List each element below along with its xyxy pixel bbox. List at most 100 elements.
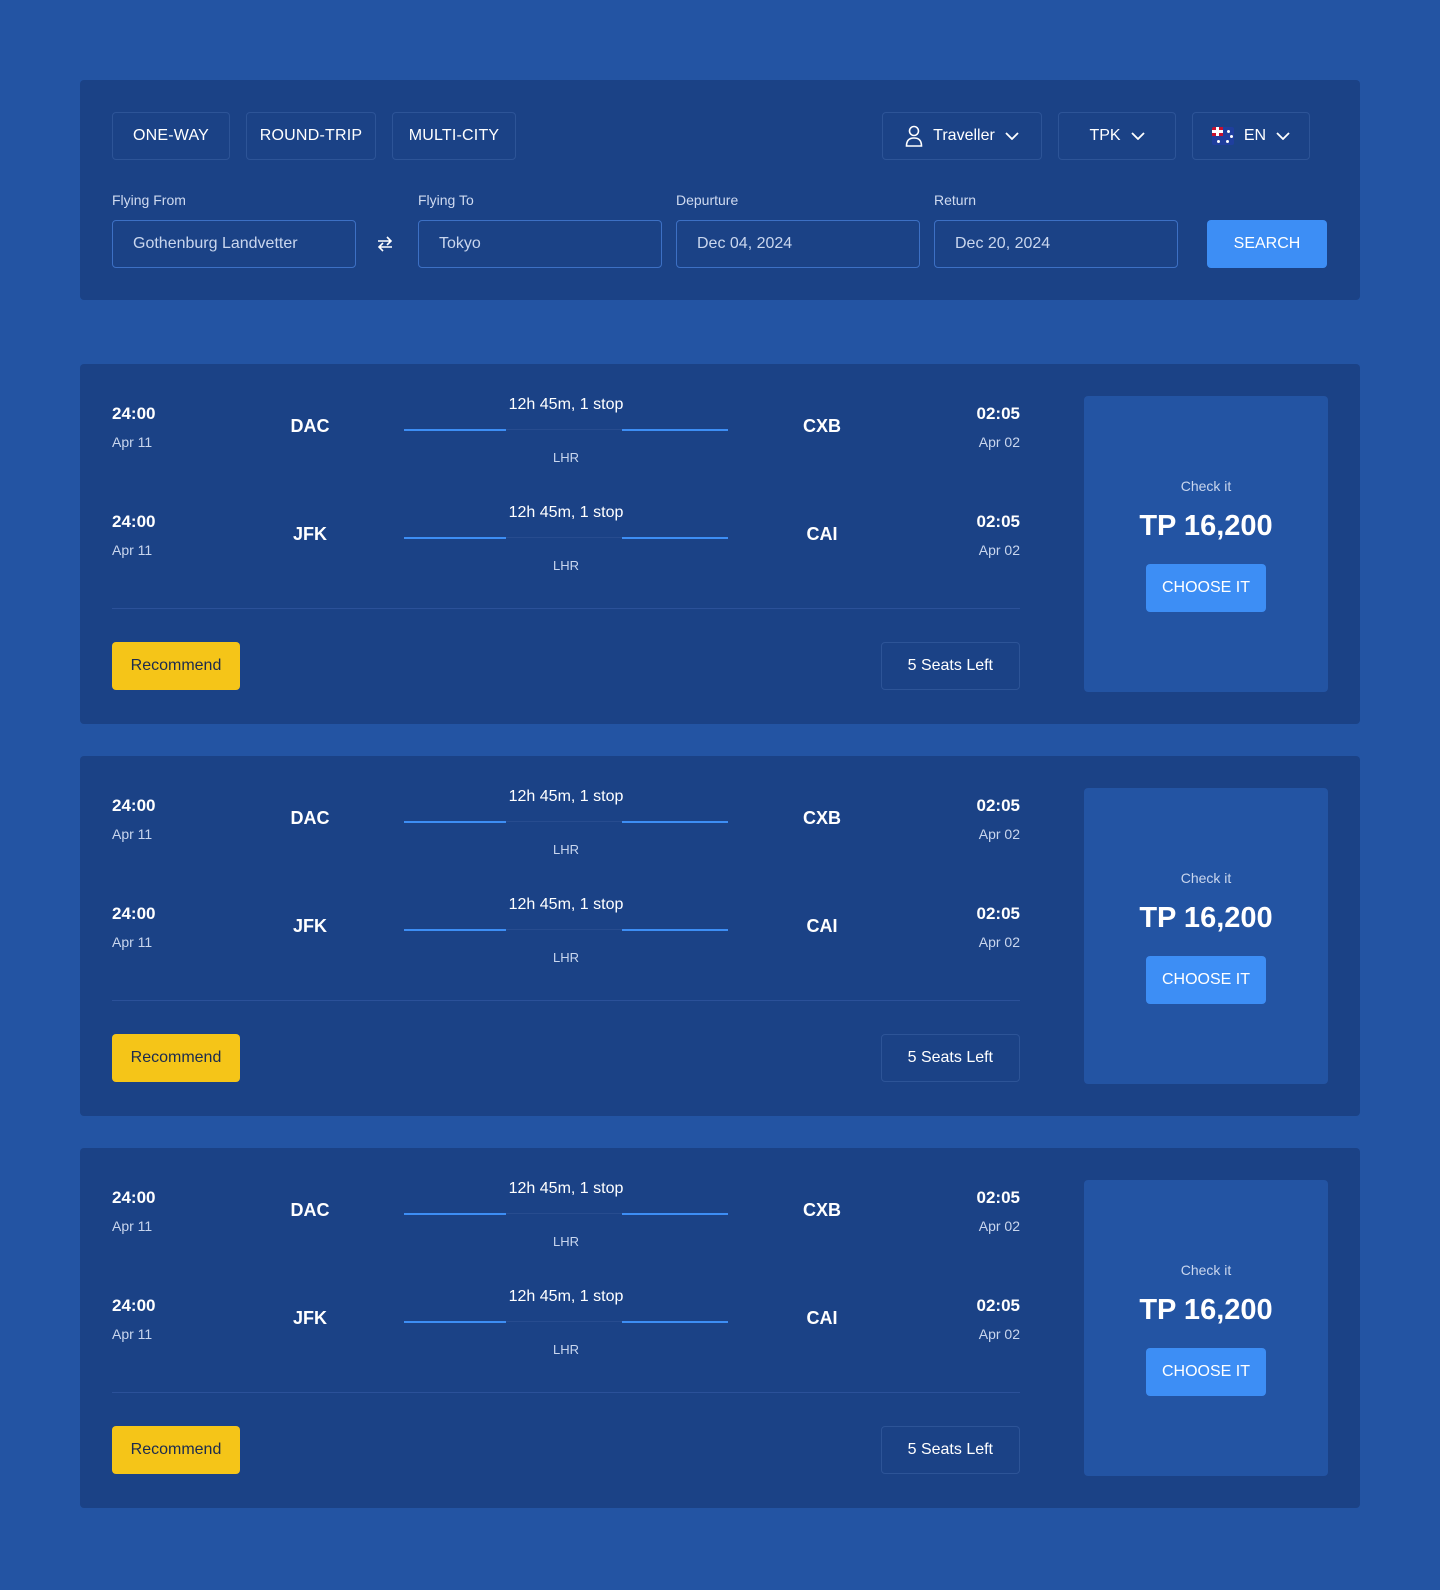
flight-result-card: 24:00 Apr 11 DAC 12h 45m, 1 stop LHR CXB… [80, 756, 1360, 1116]
departure-time: 24:00 [112, 404, 156, 423]
route-line [622, 821, 728, 823]
route-line [404, 537, 506, 539]
route-line-stop [506, 1321, 622, 1322]
flying-from-input[interactable]: Gothenburg Landvetter [112, 220, 356, 268]
search-button[interactable]: SEARCH [1207, 220, 1327, 268]
arrival-date: Apr 02 [978, 542, 1020, 558]
traveller-label: Traveller [933, 127, 995, 144]
price-panel: Check it TP 16,200 CHOOSE IT [1084, 1180, 1328, 1476]
card-divider [112, 1000, 1020, 1001]
arrival-date: Apr 02 [978, 934, 1020, 950]
seats-left-badge: 5 Seats Left [880, 642, 1020, 690]
check-it-label: Check it [1180, 478, 1232, 494]
departure-airport-code: JFK [292, 1308, 327, 1328]
chevron-down-icon [1276, 132, 1290, 140]
trip-type-round-trip-button[interactable]: ROUND-TRIP [246, 112, 376, 160]
flight-result-card: 24:00 Apr 11 DAC 12h 45m, 1 stop LHR CXB… [80, 1148, 1360, 1508]
route-line-stop [506, 1213, 622, 1214]
flight-duration: 12h 45m, 1 stop [508, 1180, 624, 1197]
departure-time: 24:00 [112, 1188, 156, 1207]
search-panel: ONE-WAY ROUND-TRIP MULTI-CITY Traveller … [80, 80, 1360, 300]
flight-leg: 24:00 Apr 11 JFK 12h 45m, 1 stop LHR CAI… [112, 896, 1020, 976]
departure-label: Depurture [676, 192, 739, 208]
flying-to-label: Flying To [418, 192, 474, 208]
arrival-date: Apr 02 [978, 826, 1020, 842]
arrival-time: 02:05 [976, 1296, 1020, 1315]
arrival-time: 02:05 [976, 1188, 1020, 1207]
route-line [404, 821, 506, 823]
flight-leg: 24:00 Apr 11 DAC 12h 45m, 1 stop LHR CXB… [112, 1180, 1020, 1260]
route-line-stop [506, 537, 622, 538]
recommend-badge[interactable]: Recommend [112, 1426, 240, 1474]
arrival-time: 02:05 [976, 512, 1020, 531]
departure-time: 24:00 [112, 1296, 156, 1315]
price: TP 16,200 [1139, 902, 1273, 934]
arrival-airport-code: CAI [806, 1308, 838, 1328]
departure-time: 24:00 [112, 796, 156, 815]
check-it-label: Check it [1180, 1262, 1232, 1278]
recommend-badge[interactable]: Recommend [112, 1034, 240, 1082]
recommend-badge[interactable]: Recommend [112, 642, 240, 690]
departure-airport-code: DAC [290, 1200, 330, 1220]
flying-to-input[interactable]: Tokyo [418, 220, 662, 268]
card-divider [112, 1392, 1020, 1393]
flight-result-card: 24:00 Apr 11 DAC 12h 45m, 1 stop LHR CXB… [80, 364, 1360, 724]
arrival-time: 02:05 [976, 796, 1020, 815]
stop-airport-code: LHR [552, 842, 579, 857]
seats-left-badge: 5 Seats Left [880, 1034, 1020, 1082]
departure-date: Apr 11 [112, 542, 153, 558]
chevron-down-icon [1130, 132, 1145, 140]
swap-icon[interactable] [376, 235, 394, 258]
language-dropdown[interactable]: EN [1192, 112, 1310, 160]
stop-airport-code: LHR [552, 558, 579, 573]
stop-airport-code: LHR [552, 1342, 579, 1357]
flight-leg: 24:00 Apr 11 DAC 12h 45m, 1 stop LHR CXB… [112, 788, 1020, 868]
price-panel: Check it TP 16,200 CHOOSE IT [1084, 396, 1328, 692]
currency-label: TPK [1089, 127, 1121, 144]
departure-airport-code: DAC [290, 808, 330, 828]
trip-type-one-way-button[interactable]: ONE-WAY [112, 112, 230, 160]
arrival-date: Apr 02 [978, 434, 1020, 450]
route-line [404, 429, 506, 431]
departure-airport-code: JFK [292, 916, 327, 936]
route-line [404, 1213, 506, 1215]
arrival-date: Apr 02 [978, 1326, 1020, 1342]
flight-leg: 24:00 Apr 11 JFK 12h 45m, 1 stop LHR CAI… [112, 1288, 1020, 1368]
currency-dropdown[interactable]: TPK [1058, 112, 1176, 160]
route-line [622, 1321, 728, 1323]
arrival-date: Apr 02 [978, 1218, 1020, 1234]
departure-date-input[interactable]: Dec 04, 2024 [676, 220, 920, 268]
arrival-time: 02:05 [976, 404, 1020, 423]
flight-leg: 24:00 Apr 11 DAC 12h 45m, 1 stop LHR CXB… [112, 396, 1020, 476]
choose-it-button[interactable]: CHOOSE IT [1146, 1348, 1266, 1396]
seats-left-badge: 5 Seats Left [880, 1426, 1020, 1474]
traveller-dropdown[interactable]: Traveller [882, 112, 1042, 160]
departure-airport-code: JFK [292, 524, 327, 544]
flight-duration: 12h 45m, 1 stop [508, 504, 624, 521]
return-label: Return [934, 192, 977, 208]
user-icon [905, 125, 923, 147]
flight-duration: 12h 45m, 1 stop [508, 896, 624, 913]
choose-it-button[interactable]: CHOOSE IT [1146, 956, 1266, 1004]
price-panel: Check it TP 16,200 CHOOSE IT [1084, 788, 1328, 1084]
trip-type-multi-city-button[interactable]: MULTI-CITY [392, 112, 516, 160]
language-label: EN [1243, 127, 1267, 144]
price: TP 16,200 [1139, 1294, 1273, 1326]
route-line-stop [506, 929, 622, 930]
route-line [622, 537, 728, 539]
arrival-airport-code: CAI [806, 916, 838, 936]
stop-airport-code: LHR [552, 950, 579, 965]
departure-airport-code: DAC [290, 416, 330, 436]
flight-duration: 12h 45m, 1 stop [508, 396, 624, 413]
choose-it-button[interactable]: CHOOSE IT [1146, 564, 1266, 612]
route-line [622, 429, 728, 431]
arrival-time: 02:05 [976, 904, 1020, 923]
stop-airport-code: LHR [552, 450, 579, 465]
arrival-airport-code: CXB [802, 1200, 841, 1220]
route-line [404, 929, 506, 931]
departure-time: 24:00 [112, 904, 156, 923]
departure-time: 24:00 [112, 512, 156, 531]
return-date-input[interactable]: Dec 20, 2024 [934, 220, 1178, 268]
card-divider [112, 608, 1020, 609]
arrival-airport-code: CXB [802, 808, 841, 828]
